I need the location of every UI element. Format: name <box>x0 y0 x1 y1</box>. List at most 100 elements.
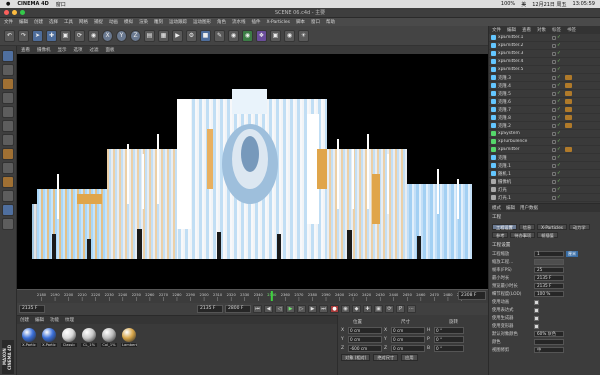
autokey-icon[interactable]: ◉ <box>341 305 350 313</box>
solo-icon[interactable] <box>2 204 14 216</box>
menu-item[interactable]: 网格 <box>79 19 88 25</box>
object-row[interactable]: 克隆.3 ✓ <box>489 74 600 82</box>
enabled-check-icon[interactable]: ✓ <box>557 155 562 160</box>
object-row[interactable]: xpEmitter.4 ✓ <box>489 58 600 66</box>
attribute-field[interactable]: 2135 F <box>534 283 564 289</box>
render-region-icon[interactable]: ▦ <box>158 29 169 42</box>
menu-item[interactable]: 文件 <box>4 19 13 25</box>
axis-mode-icon[interactable] <box>2 162 14 174</box>
menu-item[interactable]: 模拟 <box>124 19 133 25</box>
scale-key-icon[interactable]: ▣ <box>374 305 383 313</box>
object-row[interactable]: 克隆.1 ✓ <box>489 162 600 170</box>
position-field[interactable]: 0 cm <box>348 335 382 343</box>
menu-item[interactable]: 创建 <box>34 19 43 25</box>
menu-item[interactable]: 动画 <box>109 19 118 25</box>
cloner-icon[interactable]: ◉ <box>242 29 253 42</box>
size-field[interactable]: 0 cm <box>391 344 425 352</box>
attribute-tab[interactable]: 动力学 <box>568 224 590 230</box>
enabled-check-icon[interactable]: ✓ <box>557 99 562 104</box>
texture-mode-icon[interactable] <box>2 78 14 90</box>
object-row[interactable]: 克隆.8 ✓ <box>489 114 600 122</box>
rotation-field[interactable]: 0 ° <box>434 326 464 334</box>
object-row[interactable]: 摄像机 ✓ <box>489 178 600 186</box>
editor-visibility-icon[interactable] <box>552 131 556 136</box>
model-mode-icon[interactable] <box>2 64 14 76</box>
keyframe-icon[interactable]: ◆ <box>352 305 361 313</box>
object-row[interactable]: 克隆 ✓ <box>489 154 600 162</box>
workplane-icon[interactable] <box>2 92 14 104</box>
object-menu-item[interactable]: 对象 <box>537 27 546 33</box>
view-menu-item[interactable]: 显示 <box>58 47 67 53</box>
app-menu-name[interactable]: CINEMA 4D <box>17 1 48 7</box>
editor-visibility-icon[interactable] <box>552 163 556 168</box>
material-swatch[interactable]: Classic <box>61 328 77 347</box>
prev-key-icon[interactable]: ◀ <box>264 305 273 313</box>
object-row[interactable]: 随机.1 ✓ <box>489 170 600 178</box>
timeline-ruler[interactable]: 2180 2190 2200 2210 2220 2230 2240 2250 2260 2270… <box>17 289 488 303</box>
material-menu-item[interactable]: 纹理 <box>65 317 74 323</box>
attribute-field[interactable]: 中 <box>534 347 564 353</box>
attribute-field[interactable]: 100 % <box>534 291 564 297</box>
editor-visibility-icon[interactable] <box>552 59 556 64</box>
subdivision-icon[interactable]: ◉ <box>228 29 239 42</box>
menu-item[interactable]: 角色 <box>217 19 226 25</box>
view-menu-item[interactable]: 查看 <box>21 47 30 53</box>
z-axis-icon[interactable]: Z <box>130 29 141 42</box>
points-mode-icon[interactable] <box>2 106 14 118</box>
object-menu-item[interactable]: 文件 <box>492 27 501 33</box>
start-frame-field[interactable]: 2135 F <box>19 305 45 313</box>
recent-tool-icon[interactable]: ◉ <box>88 29 99 42</box>
attribute-checkbox[interactable] <box>534 307 539 313</box>
attribute-button[interactable] <box>534 259 564 265</box>
editor-visibility-icon[interactable] <box>552 35 556 40</box>
material-menu-item[interactable]: 编辑 <box>35 317 44 323</box>
object-tag-icon[interactable] <box>565 83 572 88</box>
menu-item[interactable]: X-Particles <box>267 20 290 25</box>
lock-workplane-icon[interactable] <box>2 190 14 202</box>
size-field[interactable]: 0 cm <box>391 326 425 334</box>
attribute-field[interactable]: 25 <box>534 267 564 273</box>
minimize-window-icon[interactable] <box>12 10 17 15</box>
menu-item[interactable]: 帮助 <box>326 19 335 25</box>
rotation-field[interactable]: 0 ° <box>434 335 464 343</box>
attribute-field[interactable]: 60% 灰色 <box>534 331 564 337</box>
editor-visibility-icon[interactable] <box>552 51 556 56</box>
playhead[interactable] <box>270 291 273 301</box>
enabled-check-icon[interactable]: ✓ <box>557 51 562 56</box>
enabled-check-icon[interactable]: ✓ <box>557 43 562 48</box>
editor-visibility-icon[interactable] <box>552 107 556 112</box>
object-row[interactable]: xpEmitter.2 ✓ <box>489 42 600 50</box>
camera-icon[interactable]: ◉ <box>284 29 295 42</box>
attribute-menu-item[interactable]: 模式 <box>492 205 501 211</box>
enabled-check-icon[interactable]: ✓ <box>557 107 562 112</box>
snap-icon[interactable] <box>2 176 14 188</box>
current-frame-field[interactable]: 2308 F <box>458 291 486 300</box>
position-key-icon[interactable]: ✚ <box>363 305 372 313</box>
editor-visibility-icon[interactable] <box>552 83 556 88</box>
apple-icon[interactable]: ● <box>6 1 10 7</box>
enabled-check-icon[interactable]: ✓ <box>557 147 562 152</box>
object-tag-icon[interactable] <box>565 91 572 96</box>
scene-icon[interactable]: ▣ <box>270 29 281 42</box>
light-icon[interactable]: ☀ <box>298 29 309 42</box>
view-menu-item[interactable]: 过滤 <box>90 47 99 53</box>
material-swatch[interactable]: CL_1% <box>81 328 97 347</box>
editor-visibility-icon[interactable] <box>552 187 556 192</box>
object-row[interactable]: xpEmitter.5 ✓ <box>489 66 600 74</box>
menu-item[interactable]: 捕捉 <box>94 19 103 25</box>
menu-item[interactable]: 运动跟踪 <box>169 19 187 25</box>
object-tag-icon[interactable] <box>565 99 572 104</box>
enabled-check-icon[interactable]: ✓ <box>557 83 562 88</box>
menu-item[interactable]: 脚本 <box>296 19 305 25</box>
go-to-end-icon[interactable]: ⏭ <box>319 305 328 313</box>
view-menu-item[interactable]: 选项 <box>74 47 83 53</box>
menu-item[interactable]: 渲染 <box>139 19 148 25</box>
object-row[interactable]: xpEmitter ✓ <box>489 146 600 154</box>
object-row[interactable]: 克隆.5 ✓ <box>489 90 600 98</box>
menu-item[interactable]: 编辑 <box>19 19 28 25</box>
editor-visibility-icon[interactable] <box>552 139 556 144</box>
enabled-check-icon[interactable]: ✓ <box>557 139 562 144</box>
object-menu-item[interactable]: 查看 <box>522 27 531 33</box>
material-menu-item[interactable]: 功能 <box>50 317 59 323</box>
enabled-check-icon[interactable]: ✓ <box>557 59 562 64</box>
